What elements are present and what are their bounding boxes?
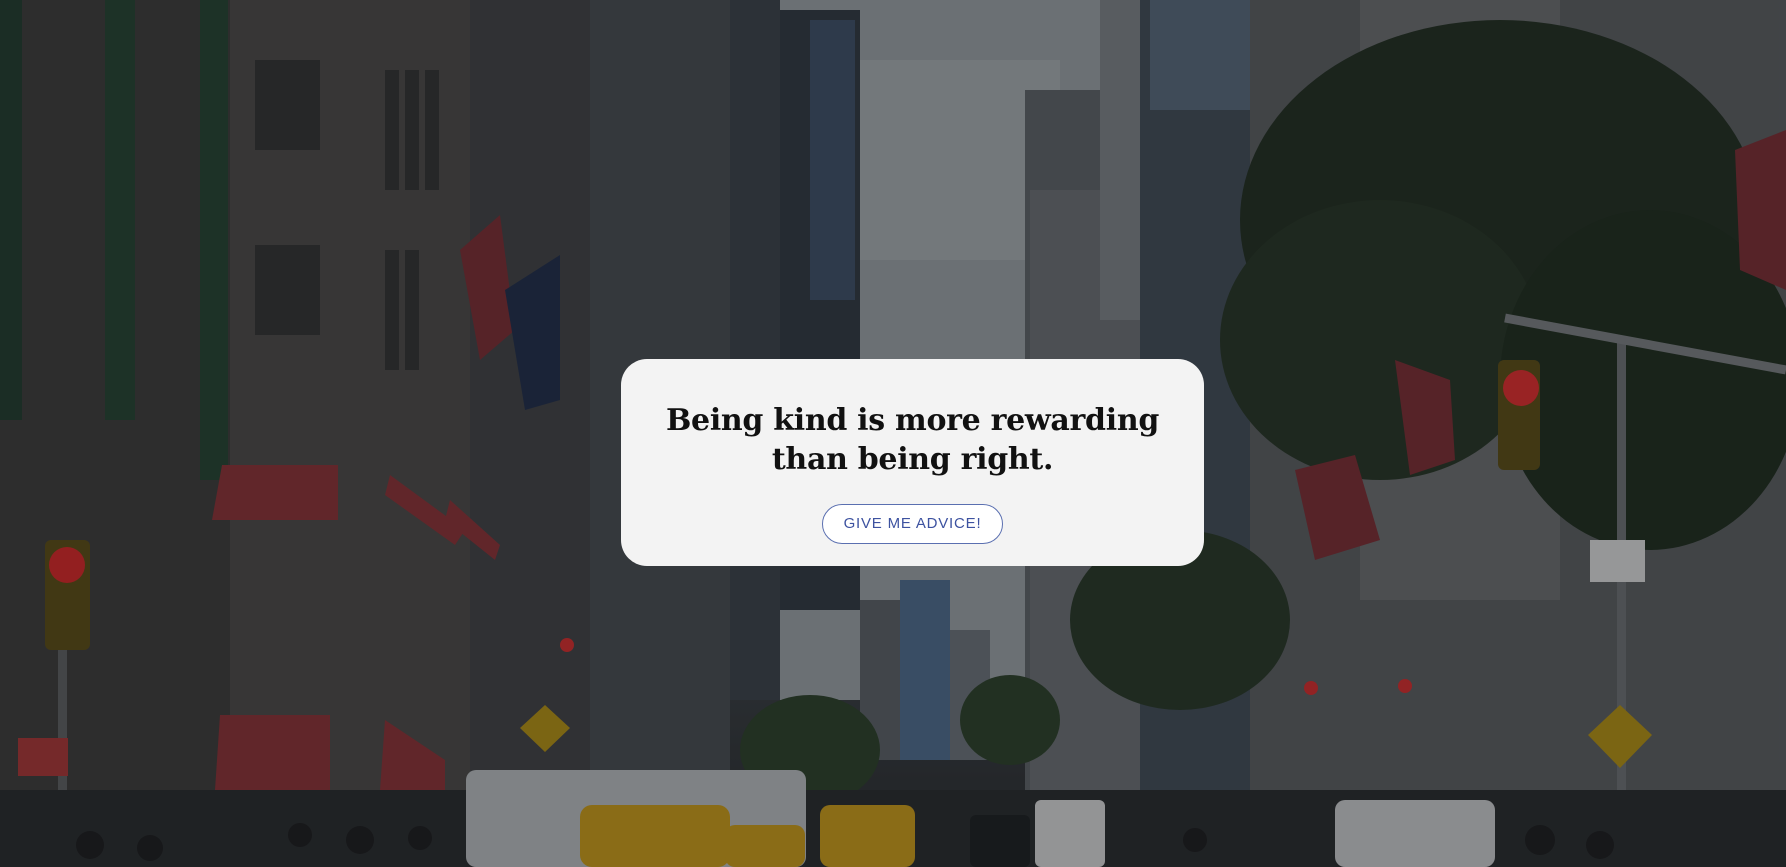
give-me-advice-button[interactable]: GIVE ME ADVICE! [821,504,1004,544]
advice-text: Being kind is more rewarding than being … [665,403,1160,477]
advice-card: Being kind is more rewarding than being … [621,359,1204,566]
